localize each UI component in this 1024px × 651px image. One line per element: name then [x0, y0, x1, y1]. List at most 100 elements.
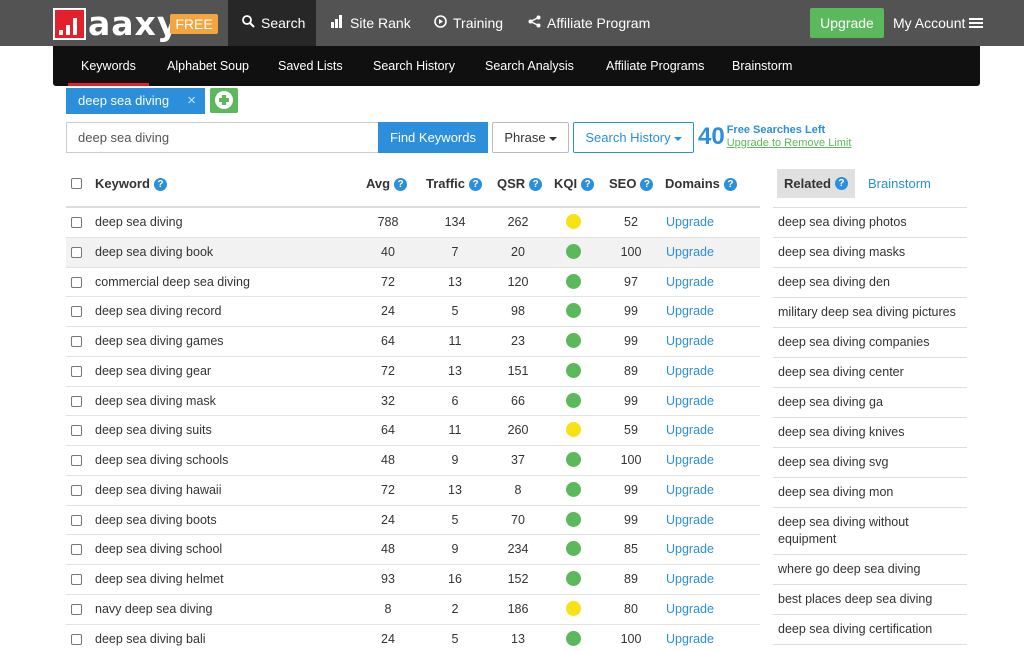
col-kqi[interactable]: KQI? — [554, 168, 595, 200]
help-icon[interactable]: ? — [640, 177, 654, 191]
help-icon[interactable]: ? — [469, 177, 483, 191]
table-row[interactable]: deep sea diving boots 24 5 70 99 Upgrade — [66, 506, 760, 536]
row-checkbox[interactable] — [71, 365, 82, 377]
domains-upgrade-link[interactable]: Upgrade — [666, 357, 714, 386]
col-seo[interactable]: SEO? — [609, 168, 654, 200]
upgrade-limit-link[interactable]: Upgrade to Remove Limit — [727, 137, 852, 150]
domains-upgrade-link[interactable]: Upgrade — [666, 625, 714, 651]
keyword-cell[interactable]: deep sea diving record — [95, 297, 221, 326]
close-icon[interactable]: × — [187, 88, 196, 114]
help-icon[interactable]: ? — [529, 177, 543, 191]
domains-upgrade-link[interactable]: Upgrade — [666, 446, 714, 475]
domains-upgrade-link[interactable]: Upgrade — [666, 565, 714, 594]
row-checkbox[interactable] — [71, 633, 82, 645]
help-icon[interactable]: ? — [834, 177, 848, 190]
keyword-cell[interactable]: deep sea diving school — [95, 535, 222, 564]
keyword-tag[interactable]: deep sea diving × — [66, 88, 205, 114]
table-row[interactable]: deep sea diving book 40 7 20 100 Upgrade — [66, 237, 760, 268]
row-checkbox[interactable] — [71, 514, 82, 526]
subnav-keywords[interactable]: Keywords — [68, 46, 149, 86]
keyword-search-input[interactable] — [66, 122, 379, 153]
col-keyword[interactable]: Keyword? — [95, 168, 167, 200]
col-avg[interactable]: Avg? — [366, 168, 408, 200]
row-checkbox[interactable] — [71, 455, 82, 466]
table-row[interactable]: deep sea diving suits 64 11 260 59 Upgrade — [66, 416, 760, 446]
table-row[interactable]: deep sea diving school 48 9 234 85 Upgrade — [66, 535, 760, 565]
keyword-cell[interactable]: navy deep sea diving — [95, 595, 212, 624]
row-checkbox[interactable] — [71, 276, 82, 288]
col-traffic[interactable]: Traffic? — [426, 168, 483, 200]
keyword-cell[interactable]: commercial deep sea diving — [95, 268, 250, 297]
row-checkbox[interactable] — [71, 603, 82, 615]
table-row[interactable]: deep sea diving 788 134 262 52 Upgrade — [66, 208, 760, 238]
related-keyword-item[interactable]: military deep sea diving pictures — [773, 298, 967, 328]
domains-upgrade-link[interactable]: Upgrade — [666, 327, 714, 356]
related-keyword-item[interactable]: deep sea diving svg — [773, 448, 967, 478]
domains-upgrade-link[interactable]: Upgrade — [666, 506, 714, 535]
table-row[interactable]: deep sea diving hawaii 72 13 8 99 Upgrade — [66, 476, 760, 506]
keyword-cell[interactable]: deep sea diving boots — [95, 506, 217, 535]
related-keyword-item[interactable]: deep sea diving den — [773, 268, 967, 298]
help-icon[interactable]: ? — [153, 177, 167, 191]
subnav-search-analysis[interactable]: Search Analysis — [485, 46, 574, 86]
row-checkbox[interactable] — [71, 217, 82, 228]
phrase-dropdown[interactable]: Phrase — [492, 122, 569, 153]
subnav-affiliate-programs[interactable]: Affiliate Programs — [606, 46, 704, 86]
domains-upgrade-link[interactable]: Upgrade — [666, 416, 714, 445]
nav-training[interactable]: Training — [434, 0, 503, 46]
related-keyword-item[interactable]: where go deep sea diving — [773, 555, 967, 585]
subnav-brainstorm[interactable]: Brainstorm — [732, 46, 792, 86]
keyword-cell[interactable]: deep sea diving — [95, 208, 183, 237]
table-row[interactable]: deep sea diving helmet 93 16 152 89 Upgrade — [66, 565, 760, 595]
related-keyword-item[interactable]: deep sea diving knives — [773, 418, 967, 448]
domains-upgrade-link[interactable]: Upgrade — [666, 476, 714, 505]
keyword-cell[interactable]: deep sea diving suits — [95, 416, 212, 445]
row-checkbox[interactable] — [71, 574, 82, 585]
row-checkbox[interactable] — [71, 336, 82, 347]
tab-related[interactable]: Related? — [777, 169, 855, 198]
table-row[interactable]: commercial deep sea diving 72 13 120 97 Upgra… — [66, 268, 760, 298]
help-icon[interactable]: ? — [394, 177, 408, 191]
row-checkbox[interactable] — [71, 544, 82, 556]
related-keyword-item[interactable]: deep sea diving center — [773, 358, 967, 388]
related-keyword-item[interactable]: deep sea diving companies — [773, 328, 967, 358]
domains-upgrade-link[interactable]: Upgrade — [666, 208, 714, 237]
subnav-alphabet-soup[interactable]: Alphabet Soup — [167, 46, 249, 86]
table-row[interactable]: navy deep sea diving 8 2 186 80 Upgrade — [66, 595, 760, 625]
related-keyword-item[interactable]: deep sea diving photos — [773, 208, 967, 238]
row-checkbox[interactable] — [71, 484, 82, 496]
row-checkbox[interactable] — [71, 395, 82, 407]
domains-upgrade-link[interactable]: Upgrade — [666, 268, 714, 297]
domains-upgrade-link[interactable]: Upgrade — [666, 535, 714, 564]
col-qsr[interactable]: QSR? — [497, 168, 543, 200]
domains-upgrade-link[interactable]: Upgrade — [666, 595, 714, 624]
table-row[interactable]: deep sea diving games 64 11 23 99 Upgrade — [66, 327, 760, 357]
keyword-cell[interactable]: deep sea diving games — [95, 327, 224, 356]
help-icon[interactable]: ? — [581, 177, 595, 191]
table-row[interactable]: deep sea diving bali 24 5 13 100 Upgrade — [66, 625, 760, 651]
subnav-search-history[interactable]: Search History — [373, 46, 455, 86]
keyword-cell[interactable]: deep sea diving bali — [95, 625, 206, 651]
table-row[interactable]: deep sea diving mask 32 6 66 99 Upgrade — [66, 387, 760, 417]
tab-brainstorm[interactable]: Brainstorm — [868, 169, 931, 198]
related-keyword-item[interactable]: deep sea diving masks — [773, 238, 967, 268]
nav-affiliate-program[interactable]: Affiliate Program — [528, 0, 650, 46]
keyword-cell[interactable]: deep sea diving helmet — [95, 565, 224, 594]
upgrade-button[interactable]: Upgrade — [810, 8, 884, 38]
keyword-cell[interactable]: deep sea diving hawaii — [95, 476, 221, 505]
related-keyword-item[interactable]: deep sea diving ga — [773, 388, 967, 418]
row-checkbox[interactable] — [71, 246, 82, 258]
row-checkbox[interactable] — [71, 425, 82, 437]
related-keyword-item[interactable]: deep sea diving without equipment — [773, 508, 967, 555]
row-checkbox[interactable] — [71, 306, 82, 318]
keyword-cell[interactable]: deep sea diving mask — [95, 387, 216, 416]
find-keywords-button[interactable]: Find Keywords — [378, 122, 488, 153]
search-history-dropdown[interactable]: Search History — [573, 122, 694, 153]
nav-site-rank[interactable]: Site Rank — [331, 0, 411, 46]
table-row[interactable]: deep sea diving record 24 5 98 99 Upgrade — [66, 297, 760, 327]
col-domains[interactable]: Domains? — [665, 168, 737, 200]
help-icon[interactable]: ? — [723, 177, 737, 191]
jaaxy-logo[interactable]: aaxy — [53, 7, 179, 40]
nav-search[interactable]: Search — [228, 0, 316, 46]
domains-upgrade-link[interactable]: Upgrade — [666, 297, 714, 326]
